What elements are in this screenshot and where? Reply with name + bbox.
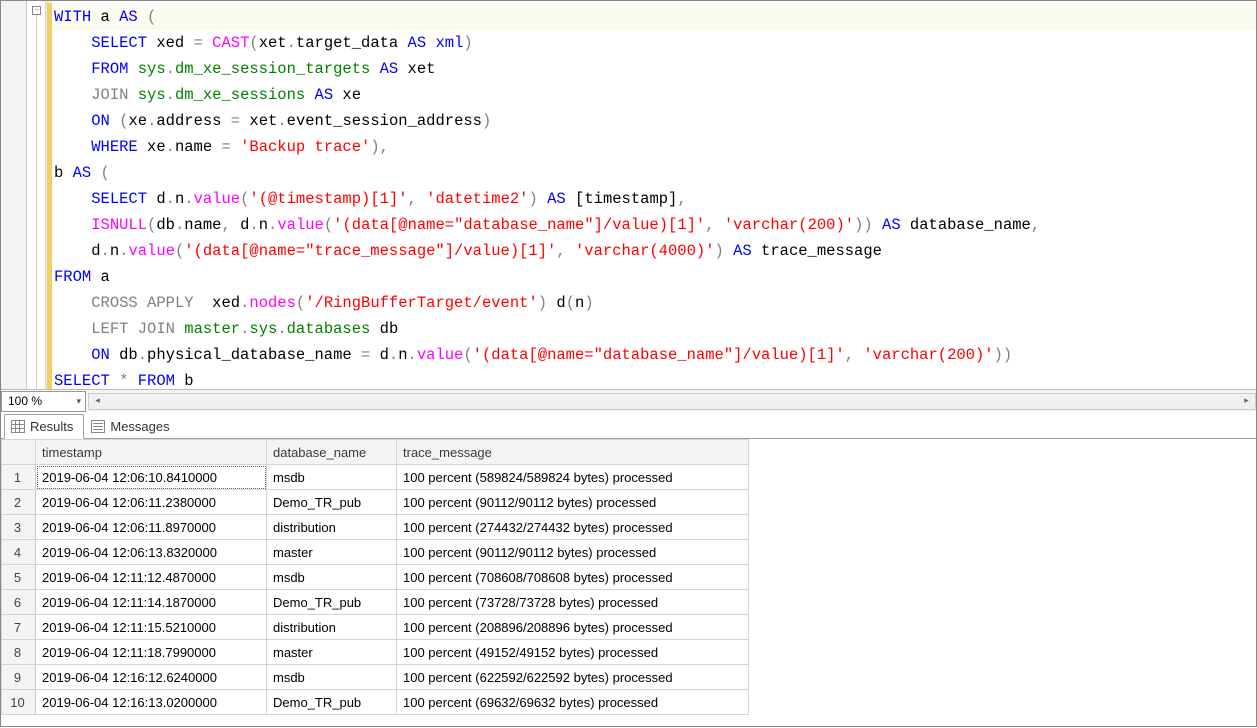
tab-messages-label: Messages bbox=[110, 419, 169, 434]
code-line[interactable]: SELECT xed = CAST(xet.target_data AS xml… bbox=[54, 30, 1256, 56]
code-area[interactable]: WITH a AS ( SELECT xed = CAST(xet.target… bbox=[52, 1, 1256, 389]
cell[interactable]: 2019-06-04 12:11:14.1870000 bbox=[36, 590, 267, 615]
cell[interactable]: distribution bbox=[267, 515, 397, 540]
row-number[interactable]: 2 bbox=[2, 490, 36, 515]
cell[interactable]: 2019-06-04 12:06:13.8320000 bbox=[36, 540, 267, 565]
cell[interactable]: 100 percent (208896/208896 bytes) proces… bbox=[397, 615, 749, 640]
cell[interactable]: 100 percent (622592/622592 bytes) proces… bbox=[397, 665, 749, 690]
editor-gutter: − bbox=[1, 1, 47, 389]
grid-icon bbox=[11, 420, 25, 433]
code-line[interactable]: LEFT JOIN master.sys.databases db bbox=[54, 316, 1256, 342]
scroll-left-icon[interactable]: ◂ bbox=[89, 394, 106, 409]
code-line[interactable]: ISNULL(db.name, d.n.value('(data[@name="… bbox=[54, 212, 1256, 238]
chevron-down-icon: ▾ bbox=[76, 396, 81, 407]
cell[interactable]: 2019-06-04 12:06:11.2380000 bbox=[36, 490, 267, 515]
messages-icon bbox=[91, 420, 105, 433]
row-number[interactable]: 3 bbox=[2, 515, 36, 540]
scroll-right-icon[interactable]: ▸ bbox=[1238, 394, 1255, 409]
code-line[interactable]: WHERE xe.name = 'Backup trace'), bbox=[54, 134, 1256, 160]
cell[interactable]: msdb bbox=[267, 465, 397, 490]
cell[interactable]: 100 percent (274432/274432 bytes) proces… bbox=[397, 515, 749, 540]
cell[interactable]: master bbox=[267, 540, 397, 565]
row-number[interactable]: 4 bbox=[2, 540, 36, 565]
zoom-value: 100 % bbox=[8, 394, 42, 408]
code-line[interactable]: FROM sys.dm_xe_session_targets AS xet bbox=[54, 56, 1256, 82]
cell[interactable]: distribution bbox=[267, 615, 397, 640]
fold-toggle-icon[interactable]: − bbox=[32, 6, 41, 15]
tab-results-label: Results bbox=[30, 419, 73, 434]
row-header-blank bbox=[2, 440, 36, 465]
table-row[interactable]: 62019-06-04 12:11:14.1870000Demo_TR_pub1… bbox=[2, 590, 749, 615]
table-row[interactable]: 102019-06-04 12:16:13.0200000Demo_TR_pub… bbox=[2, 690, 749, 715]
column-header-trace_message[interactable]: trace_message bbox=[397, 440, 749, 465]
column-header-database_name[interactable]: database_name bbox=[267, 440, 397, 465]
code-line[interactable]: CROSS APPLY xed.nodes('/RingBufferTarget… bbox=[54, 290, 1256, 316]
zoom-dropdown[interactable]: 100 % ▾ bbox=[1, 391, 86, 412]
cell[interactable]: 2019-06-04 12:06:11.8970000 bbox=[36, 515, 267, 540]
cell[interactable]: Demo_TR_pub bbox=[267, 490, 397, 515]
row-number[interactable]: 7 bbox=[2, 615, 36, 640]
code-line[interactable]: FROM a bbox=[54, 264, 1256, 290]
sql-editor[interactable]: − WITH a AS ( SELECT xed = CAST(xet.targ… bbox=[1, 1, 1256, 389]
cell[interactable]: 2019-06-04 12:16:12.6240000 bbox=[36, 665, 267, 690]
column-header-timestamp[interactable]: timestamp bbox=[36, 440, 267, 465]
cell[interactable]: 100 percent (90112/90112 bytes) processe… bbox=[397, 490, 749, 515]
table-row[interactable]: 52019-06-04 12:11:12.4870000msdb100 perc… bbox=[2, 565, 749, 590]
code-line[interactable]: b AS ( bbox=[54, 160, 1256, 186]
tab-messages[interactable]: Messages bbox=[84, 413, 180, 438]
cell[interactable]: 2019-06-04 12:16:13.0200000 bbox=[36, 690, 267, 715]
horizontal-scrollbar[interactable]: ◂ ▸ bbox=[88, 393, 1256, 410]
results-tabs: Results Messages bbox=[1, 412, 1256, 439]
table-row[interactable]: 72019-06-04 12:11:15.5210000distribution… bbox=[2, 615, 749, 640]
row-number[interactable]: 8 bbox=[2, 640, 36, 665]
zoom-bar: 100 % ▾ ◂ ▸ bbox=[1, 389, 1256, 412]
cell[interactable]: 2019-06-04 12:06:10.8410000 bbox=[36, 465, 267, 490]
cell[interactable]: master bbox=[267, 640, 397, 665]
code-line[interactable]: WITH a AS ( bbox=[54, 4, 1256, 30]
cell[interactable]: 100 percent (69632/69632 bytes) processe… bbox=[397, 690, 749, 715]
code-line[interactable]: SELECT * FROM b bbox=[54, 368, 1256, 389]
code-line[interactable]: JOIN sys.dm_xe_sessions AS xe bbox=[54, 82, 1256, 108]
table-row[interactable]: 92019-06-04 12:16:12.6240000msdb100 perc… bbox=[2, 665, 749, 690]
tab-results[interactable]: Results bbox=[4, 414, 84, 439]
results-grid[interactable]: timestampdatabase_nametrace_message12019… bbox=[1, 439, 1256, 728]
table-row[interactable]: 12019-06-04 12:06:10.8410000msdb100 perc… bbox=[2, 465, 749, 490]
cell[interactable]: msdb bbox=[267, 565, 397, 590]
row-number[interactable]: 9 bbox=[2, 665, 36, 690]
cell[interactable]: 2019-06-04 12:11:12.4870000 bbox=[36, 565, 267, 590]
code-line[interactable]: ON db.physical_database_name = d.n.value… bbox=[54, 342, 1256, 368]
cell[interactable]: 2019-06-04 12:11:15.5210000 bbox=[36, 615, 267, 640]
cell[interactable]: Demo_TR_pub bbox=[267, 690, 397, 715]
code-line[interactable]: SELECT d.n.value('(@timestamp)[1]', 'dat… bbox=[54, 186, 1256, 212]
cell[interactable]: 100 percent (73728/73728 bytes) processe… bbox=[397, 590, 749, 615]
row-number[interactable]: 6 bbox=[2, 590, 36, 615]
cell[interactable]: 100 percent (49152/49152 bytes) processe… bbox=[397, 640, 749, 665]
cell[interactable]: msdb bbox=[267, 665, 397, 690]
table-row[interactable]: 82019-06-04 12:11:18.7990000master100 pe… bbox=[2, 640, 749, 665]
cell[interactable]: Demo_TR_pub bbox=[267, 590, 397, 615]
row-number[interactable]: 1 bbox=[2, 465, 36, 490]
table-row[interactable]: 22019-06-04 12:06:11.2380000Demo_TR_pub1… bbox=[2, 490, 749, 515]
row-number[interactable]: 5 bbox=[2, 565, 36, 590]
change-indicator bbox=[47, 3, 52, 389]
code-line[interactable]: ON (xe.address = xet.event_session_addre… bbox=[54, 108, 1256, 134]
table-row[interactable]: 42019-06-04 12:06:13.8320000master100 pe… bbox=[2, 540, 749, 565]
cell[interactable]: 100 percent (589824/589824 bytes) proces… bbox=[397, 465, 749, 490]
cell[interactable]: 100 percent (90112/90112 bytes) processe… bbox=[397, 540, 749, 565]
cell[interactable]: 100 percent (708608/708608 bytes) proces… bbox=[397, 565, 749, 590]
table-row[interactable]: 32019-06-04 12:06:11.8970000distribution… bbox=[2, 515, 749, 540]
code-line[interactable]: d.n.value('(data[@name="trace_message"]/… bbox=[54, 238, 1256, 264]
cell[interactable]: 2019-06-04 12:11:18.7990000 bbox=[36, 640, 267, 665]
row-number[interactable]: 10 bbox=[2, 690, 36, 715]
